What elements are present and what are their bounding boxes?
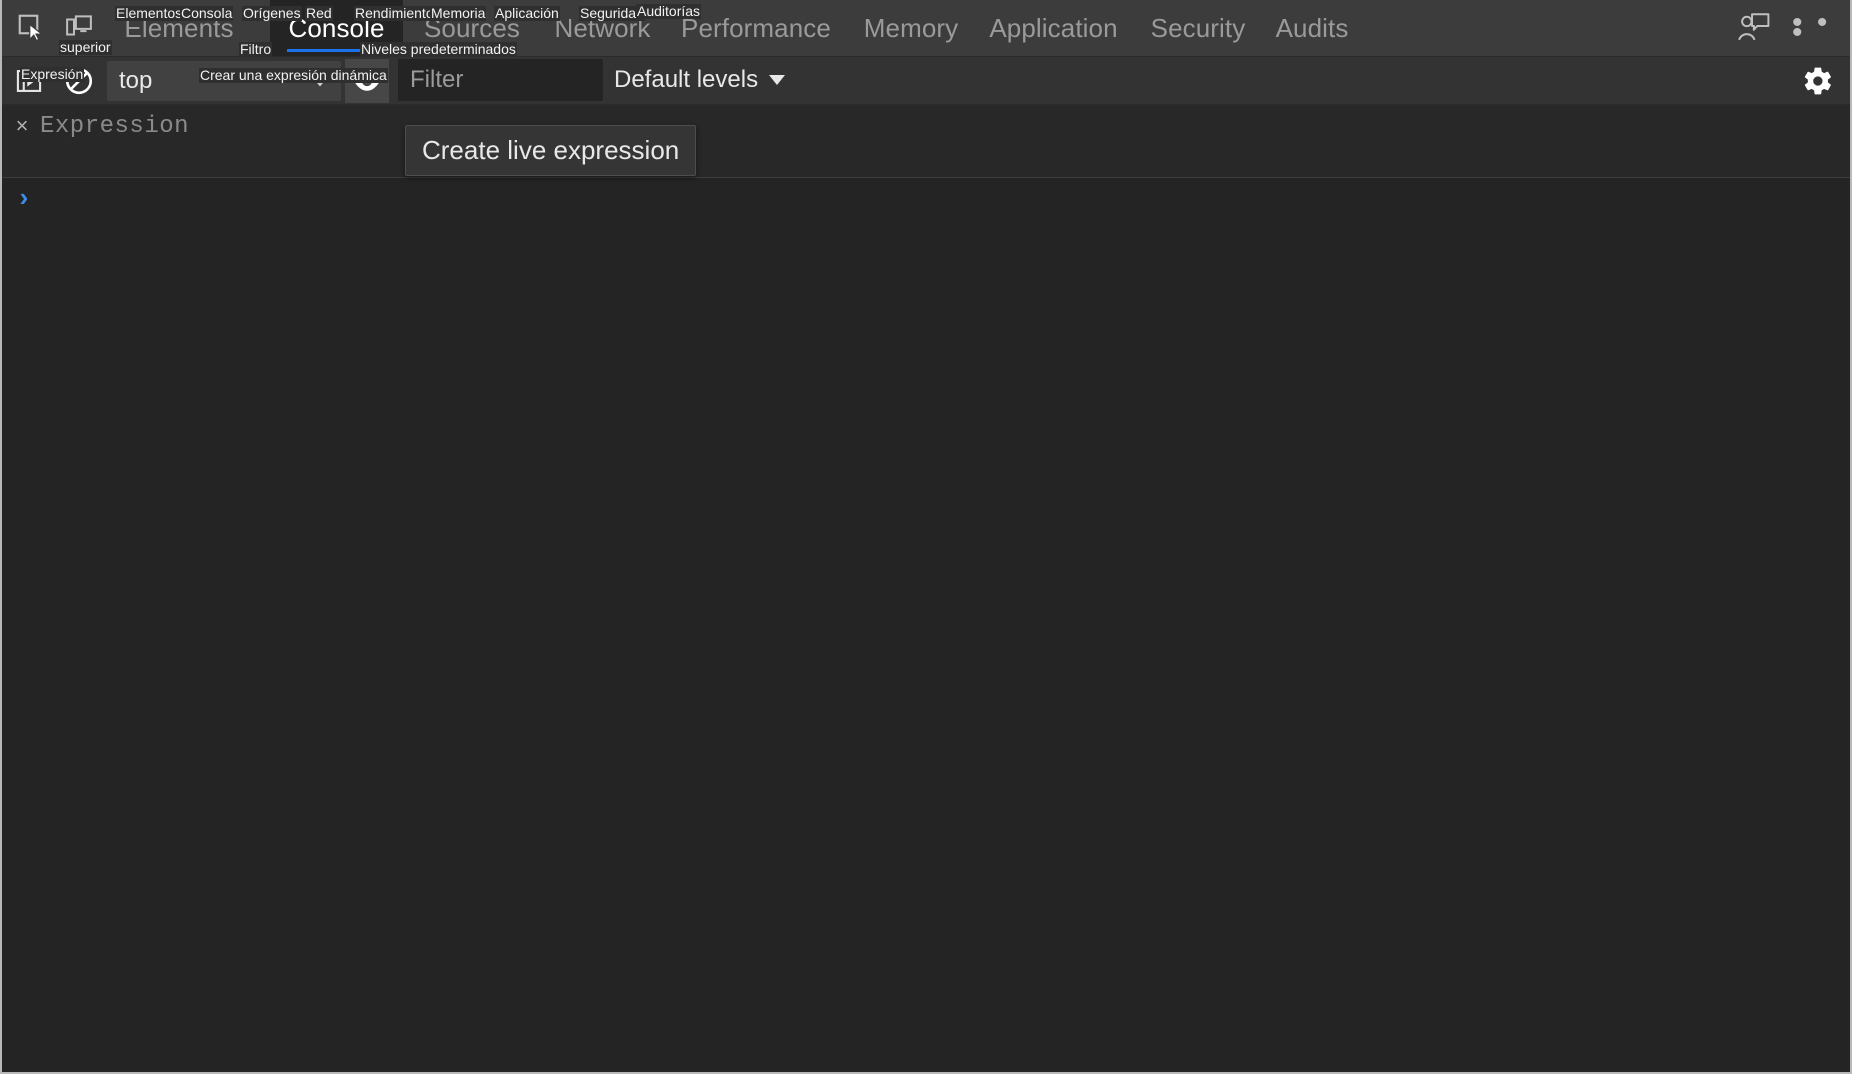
log-levels-label: Default levels	[614, 66, 759, 93]
tab-label: Sources	[423, 12, 521, 43]
clear-console-icon[interactable]	[60, 62, 98, 100]
console-prompt-row[interactable]: ›	[2, 182, 1850, 216]
live-expression-input[interactable]: Expression	[40, 113, 189, 140]
tab-label: Security	[1150, 12, 1246, 43]
tab-label: Audits	[1275, 12, 1349, 43]
tab-console[interactable]: Console	[270, 0, 403, 56]
tab-security[interactable]: Security	[1142, 0, 1254, 56]
tab-audits[interactable]: Audits	[1267, 0, 1357, 56]
console-message-area[interactable]: ›	[2, 178, 1850, 1072]
console-prompt-input[interactable]	[42, 184, 1850, 214]
chevron-down-icon	[311, 75, 329, 87]
tab-label: Elements	[124, 12, 234, 43]
tab-label: Console	[288, 12, 385, 43]
tab-label: Application	[989, 12, 1118, 43]
more-tabs-glyph: • • •	[1792, 6, 1831, 49]
prompt-caret-icon: ›	[16, 184, 32, 214]
inspect-element-icon[interactable]	[10, 6, 52, 48]
close-icon[interactable]: ×	[12, 115, 32, 137]
console-filter-input[interactable]	[398, 59, 603, 101]
feedback-person-icon[interactable]	[1734, 8, 1774, 48]
device-toolbar-icon[interactable]	[58, 6, 100, 48]
tab-label: Performance	[681, 12, 831, 43]
execution-context-icon[interactable]	[10, 62, 48, 100]
tooltip-create-live-expression: Create live expression	[405, 125, 697, 176]
tab-network[interactable]: Network	[545, 0, 660, 56]
tab-performance[interactable]: Performance	[670, 0, 842, 56]
execution-context-selector[interactable]: top	[107, 61, 341, 101]
tab-sources[interactable]: Sources	[412, 0, 532, 56]
execution-context-value: top	[119, 67, 153, 94]
active-tab-underline	[287, 49, 386, 52]
tab-label: Memory	[863, 12, 959, 43]
console-toolbar: top Default levels	[2, 57, 1850, 161]
tab-application[interactable]: Application	[977, 0, 1130, 56]
tab-label: Network	[554, 12, 651, 43]
create-live-expression-button[interactable]	[345, 59, 389, 103]
chevron-down-icon	[769, 75, 786, 85]
live-expression-row: × Expression	[2, 105, 1850, 178]
tab-memory[interactable]: Memory	[857, 0, 965, 56]
tab-elements[interactable]: Elements	[115, 0, 243, 56]
devtools-tab-strip: Elements Console Sources Network Performance…	[2, 0, 1850, 57]
gear-icon[interactable]	[1798, 61, 1838, 101]
more-tabs-icon[interactable]: • • •	[1792, 8, 1836, 48]
devtools-window: Elements Console Sources Network Performance…	[0, 0, 1852, 1074]
log-levels-selector[interactable]: Default levels	[614, 59, 786, 101]
